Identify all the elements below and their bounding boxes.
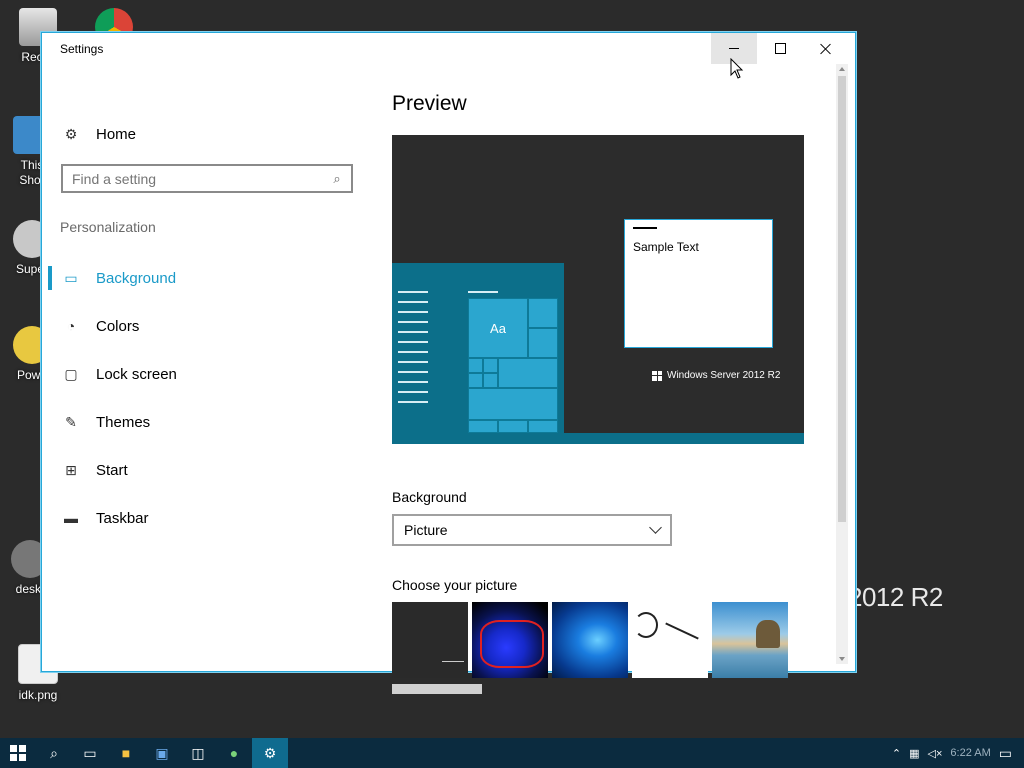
file-explorer-icon[interactable]: ■ <box>108 738 144 768</box>
picture-thumbnail[interactable] <box>552 602 628 678</box>
preview-window: Sample Text <box>624 219 773 348</box>
preview-brand: Windows Server 2012 R2 <box>652 370 780 381</box>
app-icon[interactable]: ◫ <box>180 738 216 768</box>
section-heading: Personalization <box>60 219 156 235</box>
vertical-scrollbar[interactable] <box>836 64 848 664</box>
scroll-down-icon[interactable] <box>839 657 845 661</box>
nav-item-lock-screen[interactable]: ▢ Lock screen <box>62 362 177 386</box>
search-icon[interactable]: ⌕ <box>323 171 351 187</box>
desktop-icon-label: idk.png <box>18 688 58 702</box>
nav-item-label: Start <box>96 461 128 479</box>
wallpaper-text: 2012 R2 <box>848 582 943 612</box>
settings-taskbar-icon[interactable]: ⚙ <box>252 738 288 768</box>
start-button[interactable] <box>0 738 36 768</box>
scrollbar-thumb[interactable] <box>838 76 846 522</box>
preview-tile: Aa <box>468 298 528 358</box>
nav-item-colors[interactable]: ◔ Colors <box>62 314 140 338</box>
settings-content: Preview Aa Sample Text Windows Server 20… <box>392 64 832 694</box>
close-button[interactable] <box>803 33 849 64</box>
mouse-cursor-icon <box>730 58 744 79</box>
preview-start-menu: Aa <box>392 263 564 433</box>
clock[interactable]: 6:22 AM <box>950 747 990 759</box>
taskbar-icon: ▬ <box>64 510 78 526</box>
nav-home-label: Home <box>96 125 137 143</box>
image-icon: ▭ <box>64 269 78 286</box>
settings-window: Settings ⚙ Home ⌕ Personalization ▭ Back… <box>41 32 856 694</box>
windows-logo-icon <box>652 370 662 381</box>
network-icon[interactable]: ▦ <box>909 747 919 760</box>
active-indicator <box>48 266 52 290</box>
background-label: Background <box>392 489 467 505</box>
settings-nav: ⚙ Home ⌕ Personalization ▭ Background ◔ … <box>48 64 368 664</box>
close-icon <box>820 43 832 55</box>
preview-taskbar <box>392 433 804 444</box>
nav-item-label: Themes <box>96 413 151 431</box>
brand-text: Windows Server 2012 R2 <box>667 370 781 381</box>
lock-screen-icon: ▢ <box>64 365 78 382</box>
picture-thumbnail[interactable] <box>632 602 708 678</box>
nav-home[interactable]: ⚙ Home <box>62 122 136 146</box>
search-input[interactable] <box>63 169 323 188</box>
themes-icon: ✎ <box>65 413 77 430</box>
nav-item-label: Lock screen <box>96 365 177 383</box>
chevron-up-icon[interactable]: ⌃ <box>892 747 901 760</box>
windows-logo-icon <box>10 745 26 761</box>
browser-icon[interactable]: ● <box>216 738 252 768</box>
background-dropdown-value: Picture <box>404 522 448 538</box>
chevron-down-icon <box>649 521 662 534</box>
server-manager-icon[interactable]: ▣ <box>144 738 180 768</box>
minimize-icon <box>729 48 739 49</box>
search-icon[interactable]: ⌕ <box>36 738 72 768</box>
preview-title: Preview <box>392 92 467 115</box>
picture-thumbnails <box>392 602 788 678</box>
nav-item-taskbar[interactable]: ▬ Taskbar <box>62 506 149 530</box>
window-title: Settings <box>60 42 104 56</box>
background-dropdown[interactable]: Picture <box>392 514 672 546</box>
start-icon: ⊞ <box>65 461 77 478</box>
gear-icon: ⚙ <box>64 125 78 142</box>
nav-item-label: Taskbar <box>96 509 149 527</box>
background-preview: Aa Sample Text Windows Server 2012 R2 <box>392 135 804 444</box>
sample-text: Sample Text <box>633 240 699 254</box>
system-tray: ⌃ ▦ ◁× 6:22 AM ▭ <box>892 738 1024 768</box>
choose-picture-label: Choose your picture <box>392 577 518 593</box>
taskbar: ⌕ ▭ ■ ▣ ◫ ● ⚙ ⌃ ▦ ◁× 6:22 AM ▭ <box>0 738 1024 768</box>
picture-thumbnail[interactable] <box>472 602 548 678</box>
palette-icon: ◔ <box>66 318 76 334</box>
nav-item-start[interactable]: ⊞ Start <box>62 458 128 482</box>
picture-thumbnail[interactable] <box>392 602 468 678</box>
picture-thumbnail[interactable] <box>712 602 788 678</box>
maximize-icon <box>774 43 786 54</box>
task-view-icon[interactable]: ▭ <box>72 738 108 768</box>
volume-muted-icon[interactable]: ◁× <box>928 747 943 760</box>
maximize-button[interactable] <box>757 33 803 64</box>
horizontal-scrollbar[interactable] <box>392 684 482 694</box>
nav-item-label: Background <box>96 269 177 287</box>
notification-icon[interactable]: ▭ <box>999 745 1012 762</box>
scroll-up-icon[interactable] <box>839 67 845 71</box>
search-box[interactable]: ⌕ <box>61 164 353 193</box>
nav-item-background[interactable]: ▭ Background <box>62 266 176 290</box>
nav-item-label: Colors <box>96 317 140 335</box>
nav-item-themes[interactable]: ✎ Themes <box>62 410 150 434</box>
